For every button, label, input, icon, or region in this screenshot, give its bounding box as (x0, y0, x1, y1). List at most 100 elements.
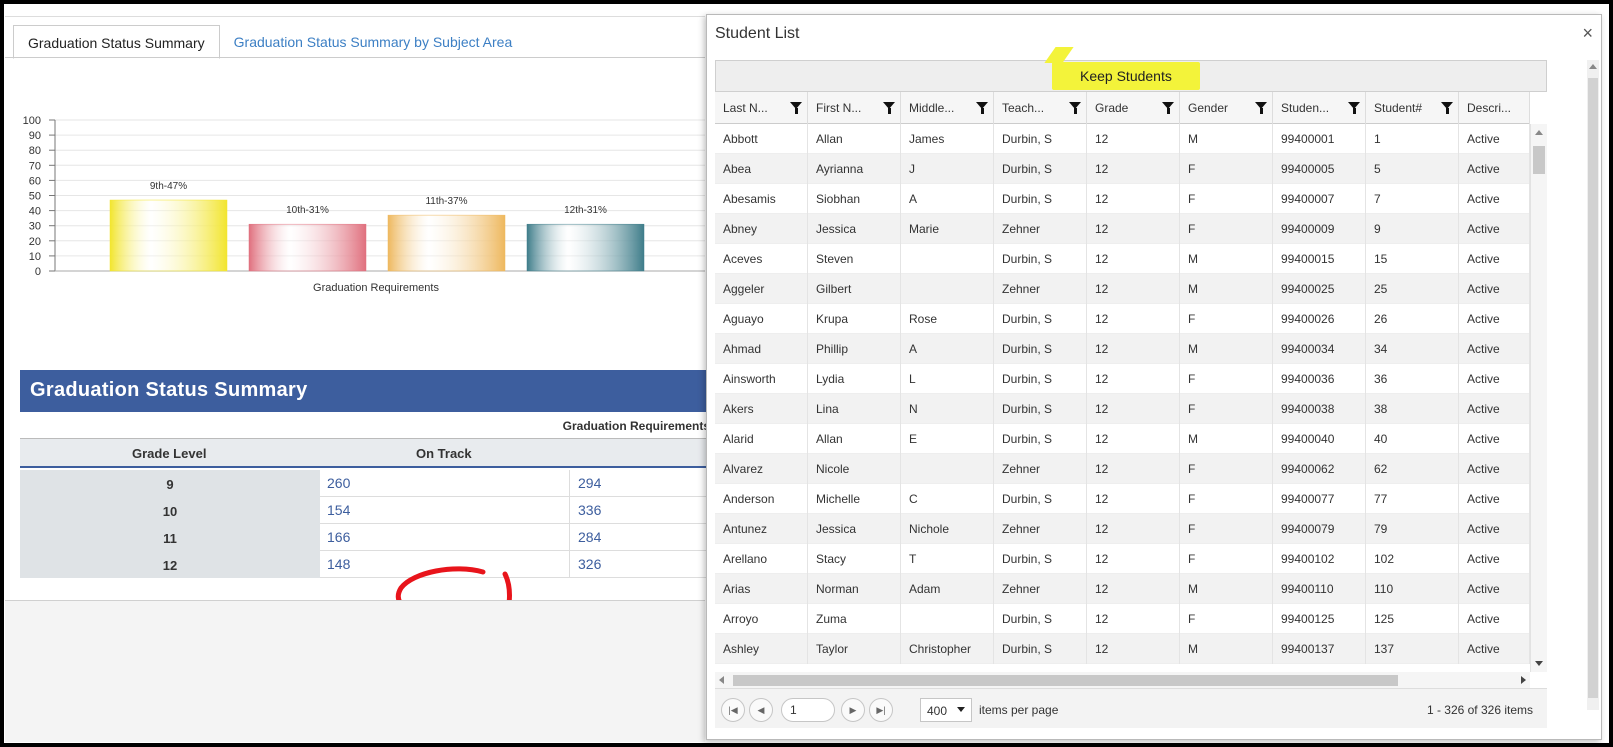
table-cell: Durbin, S (994, 124, 1087, 154)
table-row[interactable]: Alarid Allan E Durbin, S 12 M 99400040 40 Active (715, 424, 1530, 454)
table-row[interactable]: Abbott Allan James Durbin, S 12 M 99400001 1 Act… (715, 124, 1530, 154)
summary-title: Graduation Status Summary (20, 370, 710, 412)
scroll-up-icon[interactable] (1535, 130, 1543, 135)
close-icon[interactable]: × (1582, 23, 1593, 44)
table-cell: 15 (1366, 244, 1459, 274)
column-header-label: Middle... (909, 101, 955, 115)
on-track-count-link[interactable]: 154 (327, 502, 350, 518)
table-cell: M (1180, 574, 1273, 604)
filter-icon[interactable] (1441, 102, 1453, 114)
on-track-count-link[interactable]: 166 (327, 529, 350, 545)
table-row[interactable]: Antunez Jessica Nichole Zehner 12 F 99400079 79… (715, 514, 1530, 544)
scroll-down-icon[interactable] (1535, 661, 1543, 666)
filter-icon[interactable] (1069, 102, 1081, 114)
per-page-select[interactable]: 400 (920, 698, 972, 722)
tab-divider (5, 57, 705, 58)
grid-column-header[interactable]: Studen... (1273, 92, 1366, 124)
first-page-button[interactable]: |◀ (721, 698, 745, 722)
table-cell: 12 (1087, 244, 1180, 274)
table-cell: Zuma (808, 604, 901, 634)
table-cell: Active (1459, 214, 1530, 244)
tab-graduation-status-by-subject[interactable]: Graduation Status Summary by Subject Are… (220, 25, 527, 59)
grid-column-header[interactable]: First N... (808, 92, 901, 124)
table-cell: Abbott (715, 124, 808, 154)
y-tick-label: 0 (35, 266, 41, 278)
table-row[interactable]: Abesamis Siobhan A Durbin, S 12 F 99400007 7 Act… (715, 184, 1530, 214)
dialog-scroll-up-icon[interactable] (1589, 64, 1597, 69)
grid-column-header[interactable]: Gender (1180, 92, 1273, 124)
grid-vertical-scrollbar[interactable] (1530, 124, 1547, 672)
table-cell: Krupa (808, 304, 901, 334)
table-cell: 137 (1366, 634, 1459, 664)
table-row[interactable]: Aggeler Gilbert Zehner 12 M 99400025 25 Active (715, 274, 1530, 304)
table-cell: 12 (1087, 484, 1180, 514)
item-count: 1 - 326 of 326 items (1426, 703, 1533, 717)
dialog-scroll-thumb[interactable] (1588, 78, 1598, 698)
table-cell: Aceves (715, 244, 808, 274)
requirement-count-link[interactable]: 326 (578, 556, 601, 572)
table-row[interactable]: Aceves Steven Durbin, S 12 M 99400015 15 Active (715, 244, 1530, 274)
on-track-count-link[interactable]: 260 (327, 475, 350, 491)
table-cell: 12 (1087, 454, 1180, 484)
grid-column-header[interactable]: Last N... (715, 92, 808, 124)
filter-icon[interactable] (1348, 102, 1360, 114)
requirement-count-link[interactable]: 294 (578, 475, 601, 491)
grid-column-header[interactable]: Student# (1366, 92, 1459, 124)
filter-icon[interactable] (1255, 102, 1267, 114)
table-cell: 12 (1087, 274, 1180, 304)
cell-divider (569, 497, 570, 524)
table-cell: 79 (1366, 514, 1459, 544)
table-row[interactable]: Arellano Stacy T Durbin, S 12 F 99400102 102 Act… (715, 544, 1530, 574)
table-row[interactable]: Ahmad Phillip A Durbin, S 12 M 99400034 34 Activ… (715, 334, 1530, 364)
page-number-input[interactable] (781, 698, 835, 722)
keep-students-button[interactable]: Keep Students (1052, 62, 1200, 90)
table-cell: Stacy (808, 544, 901, 574)
on-track-count-link[interactable]: 148 (327, 556, 350, 572)
requirement-count-link[interactable]: 336 (578, 502, 601, 518)
grid-column-header[interactable]: Middle... (901, 92, 994, 124)
col-on-track: On Track (416, 446, 472, 461)
student-grid-body: Abbott Allan James Durbin, S 12 M 99400001 1 Act… (715, 124, 1530, 672)
dialog-vertical-scrollbar[interactable] (1587, 60, 1599, 747)
filter-icon[interactable] (790, 102, 802, 114)
table-row[interactable]: Arroyo Zuma Durbin, S 12 F 99400125 125 Active (715, 604, 1530, 634)
filter-icon[interactable] (976, 102, 988, 114)
table-row[interactable]: Akers Lina N Durbin, S 12 F 99400038 38 Active (715, 394, 1530, 424)
table-row[interactable]: Anderson Michelle C Durbin, S 12 F 99400077 77 A… (715, 484, 1530, 514)
per-page-value: 400 (927, 704, 948, 718)
scroll-right-icon[interactable] (1521, 676, 1526, 684)
next-page-button[interactable]: ▶ (841, 698, 865, 722)
grid-column-header[interactable]: Teach... (994, 92, 1087, 124)
table-row[interactable]: Alvarez Nicole Zehner 12 F 99400062 62 Active (715, 454, 1530, 484)
grid-column-header[interactable]: Descri... (1459, 92, 1530, 124)
scroll-thumb[interactable] (1533, 146, 1545, 174)
table-cell: 99400077 (1273, 484, 1366, 514)
last-page-button[interactable]: ▶| (869, 698, 893, 722)
table-cell: Adam (901, 574, 994, 604)
requirement-count-link[interactable]: 284 (578, 529, 601, 545)
table-row[interactable]: Aguayo Krupa Rose Durbin, S 12 F 99400026 26 Act… (715, 304, 1530, 334)
keep-students-toolbar: Keep Students (715, 47, 1547, 92)
scroll-thumb-horizontal[interactable] (733, 675, 1398, 686)
table-cell: Ainsworth (715, 364, 808, 394)
tab-graduation-status-summary[interactable]: Graduation Status Summary (13, 25, 220, 59)
prev-page-button[interactable]: ◀ (749, 698, 773, 722)
table-cell: 99400137 (1273, 634, 1366, 664)
table-row[interactable]: Abney Jessica Marie Zehner 12 F 99400009 9 Activ… (715, 214, 1530, 244)
grid-column-header[interactable]: Grade (1087, 92, 1180, 124)
filter-icon[interactable] (883, 102, 895, 114)
table-row[interactable]: Abea Ayrianna J Durbin, S 12 F 99400005 5 Active (715, 154, 1530, 184)
table-cell (901, 274, 994, 304)
table-cell: 99400025 (1273, 274, 1366, 304)
table-row[interactable]: Arias Norman Adam Zehner 12 M 99400110 110 Activ… (715, 574, 1530, 604)
scroll-left-icon[interactable] (719, 676, 724, 684)
grid-horizontal-scrollbar[interactable] (715, 672, 1530, 688)
table-cell: Zehner (994, 514, 1087, 544)
table-row[interactable]: Ainsworth Lydia L Durbin, S 12 F 99400036 36 Act… (715, 364, 1530, 394)
table-cell: F (1180, 364, 1273, 394)
table-cell: 38 (1366, 394, 1459, 424)
table-row[interactable]: Ashley Taylor Christopher Durbin, S 12 M 99400… (715, 634, 1530, 664)
table-cell: 12 (1087, 574, 1180, 604)
table-cell: Durbin, S (994, 184, 1087, 214)
filter-icon[interactable] (1162, 102, 1174, 114)
